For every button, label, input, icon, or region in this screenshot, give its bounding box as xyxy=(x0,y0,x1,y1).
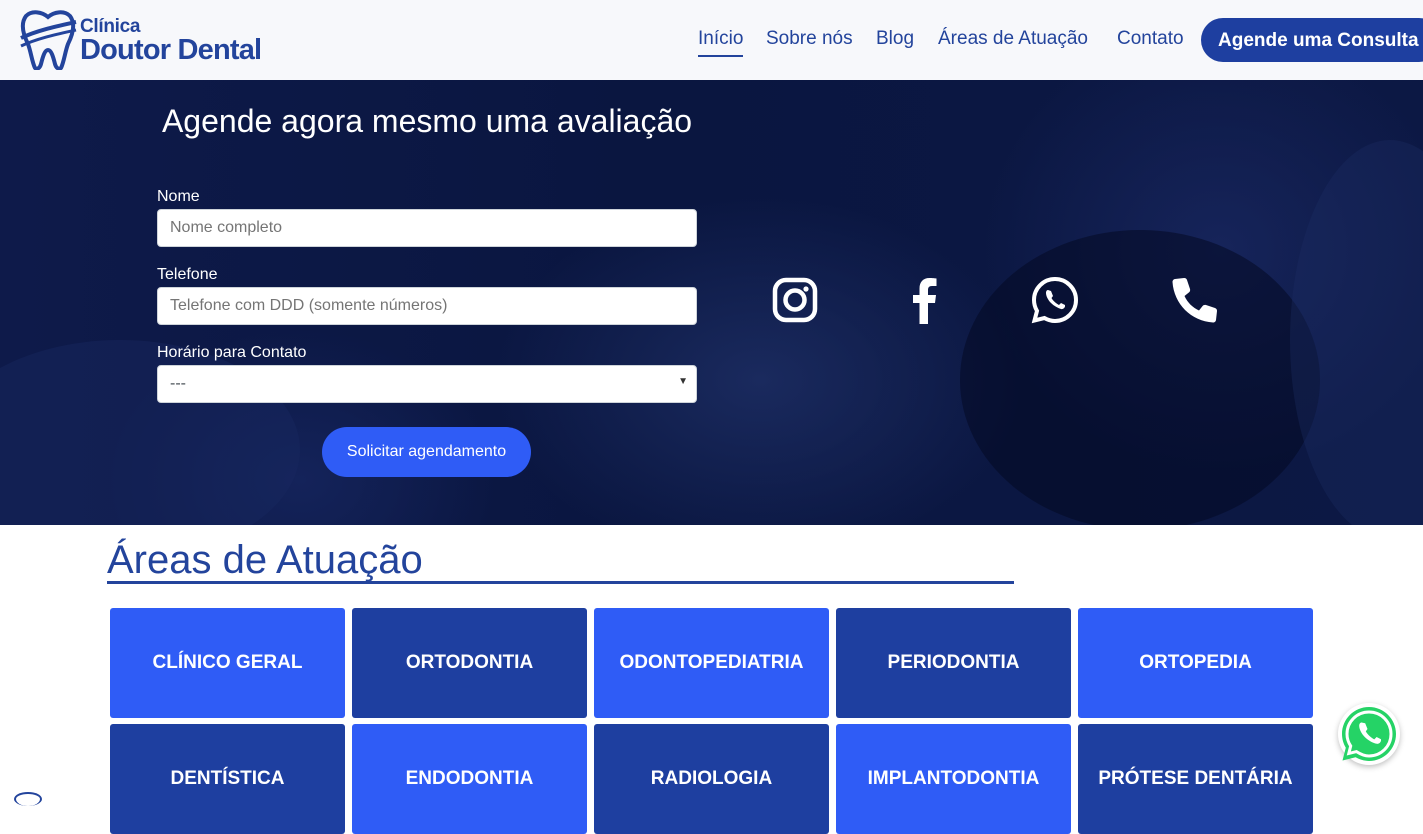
name-label: Nome xyxy=(157,188,200,205)
name-input[interactable] xyxy=(157,209,697,247)
area-tile-odontopediatria[interactable]: ODONTOPEDIATRIA xyxy=(594,608,829,718)
area-tile-label: DENTÍSTICA xyxy=(170,768,285,789)
area-tile-label: ORTOPEDIA xyxy=(1139,652,1252,673)
title-underline xyxy=(107,581,1014,584)
nav-blog[interactable]: Blog xyxy=(876,28,914,50)
contact-time-label: Horário para Contato xyxy=(157,344,307,361)
area-tile-label: PRÓTESE DENTÁRIA xyxy=(1098,768,1293,789)
hero-bg-shape xyxy=(1290,140,1423,525)
hero-title: Agende agora mesmo uma avaliação xyxy=(161,103,693,139)
area-tile-label: ORTODONTIA xyxy=(405,652,534,673)
area-tile-label: ENDODONTIA xyxy=(405,768,534,789)
contact-time-select[interactable]: --- ▼ xyxy=(157,365,697,403)
nav-contato[interactable]: Contato xyxy=(1117,28,1184,50)
instagram-icon[interactable] xyxy=(770,275,820,325)
area-tile-ortopedia[interactable]: ORTOPEDIA xyxy=(1078,608,1313,718)
tooth-logo-icon xyxy=(20,10,77,70)
area-tile-clinico-geral[interactable]: CLÍNICO GERAL xyxy=(110,608,345,718)
whatsapp-float-button[interactable] xyxy=(1338,703,1400,765)
phone-label: Telefone xyxy=(157,266,218,283)
areas-section-title: Áreas de Atuação xyxy=(107,538,423,582)
area-tile-endodontia[interactable]: ENDODONTIA xyxy=(352,724,587,834)
phone-input[interactable] xyxy=(157,287,697,325)
select-arrow-icon: ▼ xyxy=(678,376,688,387)
contact-time-selected: --- xyxy=(170,375,186,392)
phone-icon[interactable] xyxy=(1170,275,1220,325)
area-tile-ortodontia[interactable]: ORTODONTIA xyxy=(352,608,587,718)
area-tile-label: RADIOLOGIA xyxy=(650,768,773,789)
area-tile-label: ODONTOPEDIATRIA xyxy=(619,652,804,673)
nav-inicio[interactable]: Início xyxy=(684,28,744,57)
site-header: Clínica Doutor Dental Início Sobre nós B… xyxy=(0,0,1423,80)
logo-big-text: Doutor Dental xyxy=(80,34,262,66)
area-tile-radiologia[interactable]: RADIOLOGIA xyxy=(594,724,829,834)
whatsapp-icon[interactable] xyxy=(1030,275,1080,325)
area-tile-label: PERIODONTIA xyxy=(887,652,1020,673)
nav-areas-de-atuacao[interactable]: Áreas de Atuação xyxy=(938,28,1088,50)
area-tile-dentistica[interactable]: DENTÍSTICA xyxy=(110,724,345,834)
partial-widget xyxy=(14,792,42,806)
book-appointment-button[interactable]: Agende uma Consulta xyxy=(1201,18,1423,62)
area-tile-label: IMPLANTODONTIA xyxy=(867,768,1040,789)
area-tile-label: CLÍNICO GERAL xyxy=(152,652,303,673)
clinic-logo[interactable]: Clínica Doutor Dental xyxy=(18,8,262,72)
facebook-icon[interactable] xyxy=(900,275,950,325)
hero-bg-shape xyxy=(960,230,1320,525)
whatsapp-float-icon xyxy=(1342,707,1396,761)
area-tile-implantodontia[interactable]: IMPLANTODONTIA xyxy=(836,724,1071,834)
submit-appointment-button[interactable]: Solicitar agendamento xyxy=(322,427,531,477)
nav-sobre-nos[interactable]: Sobre nós xyxy=(766,28,853,50)
area-tile-protese-dentaria[interactable]: PRÓTESE DENTÁRIA xyxy=(1078,724,1313,834)
area-tile-periodontia[interactable]: PERIODONTIA xyxy=(836,608,1071,718)
